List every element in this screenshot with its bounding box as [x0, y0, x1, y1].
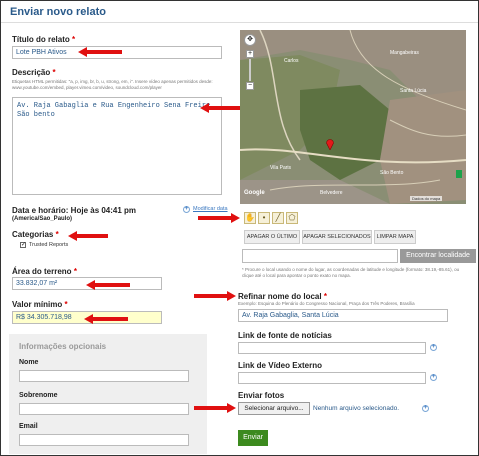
date-label: Data e horário: Hoje às 04:41 pm: [12, 206, 137, 215]
refine-hint: Exemplo: Esquina do Plenário do Congress…: [238, 301, 415, 306]
annotation-arrow-min-value: [84, 314, 128, 324]
map-label-f: Belvedere: [320, 190, 343, 196]
location-hint: * Procure o local usando o nome do lugar…: [242, 267, 460, 278]
annotation-arrow-refine: [194, 291, 236, 301]
area-label: Área do terreno *: [12, 267, 77, 276]
timezone-label: (America/Sao_Paulo): [12, 216, 73, 222]
map-view[interactable]: ✥ + − Carlos Mangabeiras Santa Lúcia Vil…: [240, 30, 466, 204]
no-file-label: Nenhum arquivo selecionado.: [313, 405, 399, 412]
find-location-button[interactable]: Encontrar localidade: [400, 249, 476, 263]
satellite-imagery: [240, 30, 466, 204]
news-link-label: Link de fonte de notícias: [238, 331, 332, 340]
annotation-arrow-title: [78, 47, 122, 57]
title-label: Título do relato *: [12, 35, 76, 44]
zoom-slider-track[interactable]: [249, 59, 251, 81]
street-view-icon[interactable]: [456, 170, 462, 178]
line-tool-icon[interactable]: ╱: [272, 212, 284, 224]
annotation-arrow-map-tools: [198, 213, 240, 223]
hand-tool-icon[interactable]: ✋: [244, 212, 256, 224]
annotation-arrow-area: [86, 280, 130, 290]
annotation-arrow-categories: [68, 231, 108, 241]
photos-label: Enviar fotos: [238, 391, 285, 400]
location-search-input[interactable]: [242, 249, 398, 263]
map-marker-icon[interactable]: [326, 138, 334, 150]
zoom-out-icon[interactable]: −: [246, 82, 254, 90]
description-text: Av. Raja Gabaglia e Rua Engenheiro Sena …: [17, 102, 215, 119]
map-label-e: São Bento: [380, 170, 404, 176]
google-logo: Google: [244, 190, 265, 196]
surname-input[interactable]: [19, 403, 189, 415]
pan-control-icon[interactable]: ✥: [244, 34, 256, 46]
surname-label: Sobrenome: [19, 392, 58, 399]
optional-info-title: Informações opcionais: [19, 342, 107, 351]
map-label-c: Santa Lúcia: [400, 88, 427, 94]
modify-date-plus-icon[interactable]: +: [183, 206, 190, 213]
trusted-reports-checkbox[interactable]: ✓: [20, 242, 26, 248]
refine-input[interactable]: Av. Raja Gabaglia, Santa Lúcia: [238, 309, 448, 322]
map-label-b: Mangabeiras: [390, 50, 419, 56]
annotation-arrow-description: [200, 103, 240, 113]
description-textarea[interactable]: Av. Raja Gabaglia e Rua Engenheiro Sena …: [12, 97, 222, 195]
refine-label: Refinar nome do local *: [238, 292, 327, 301]
min-value-label: Valor mínimo *: [12, 300, 68, 309]
video-link-input[interactable]: [238, 372, 426, 384]
map-label-a: Carlos: [284, 58, 299, 64]
add-video-link-icon[interactable]: +: [430, 374, 437, 381]
email-label: Email: [19, 423, 38, 430]
categories-label: Categorias *: [12, 230, 59, 239]
news-link-input[interactable]: [238, 342, 426, 354]
optional-info-panel: Informações opcionais Nome Sobrenome Ema…: [9, 334, 207, 454]
modify-date-link[interactable]: Modificar data: [193, 206, 228, 212]
point-tool-icon[interactable]: •: [258, 212, 270, 224]
zoom-in-icon[interactable]: +: [246, 50, 254, 58]
add-news-link-icon[interactable]: +: [430, 344, 437, 351]
description-label: Descrição *: [12, 68, 56, 77]
page-header: Enviar novo relato: [1, 1, 478, 23]
trusted-reports-label: Trusted Reports: [29, 242, 69, 248]
annotation-arrow-photos: [194, 403, 236, 413]
clear-map-button[interactable]: LIMPAR MAPA: [374, 230, 416, 244]
delete-last-button[interactable]: APAGAR O ÚLTIMO: [244, 230, 300, 244]
submit-button[interactable]: Enviar: [238, 430, 268, 446]
video-link-label: Link de Vídeo Externo: [238, 361, 323, 370]
choose-file-button[interactable]: Selecionar arquivo...: [238, 402, 310, 415]
map-label-d: Vila Paris: [270, 165, 292, 171]
name-label: Nome: [19, 359, 39, 366]
email-input[interactable]: [19, 434, 189, 446]
add-photo-icon[interactable]: +: [422, 405, 429, 412]
polygon-tool-icon[interactable]: ⬠: [286, 212, 298, 224]
delete-selected-button[interactable]: APAGAR SELECIONADOS: [302, 230, 372, 244]
page-title: Enviar novo relato: [10, 6, 106, 18]
description-hint: Etiquetas HTML permitidas: "a, p, img, b…: [12, 79, 213, 90]
name-input[interactable]: [19, 370, 189, 382]
map-attribution: Dados do mapa: [410, 196, 443, 201]
